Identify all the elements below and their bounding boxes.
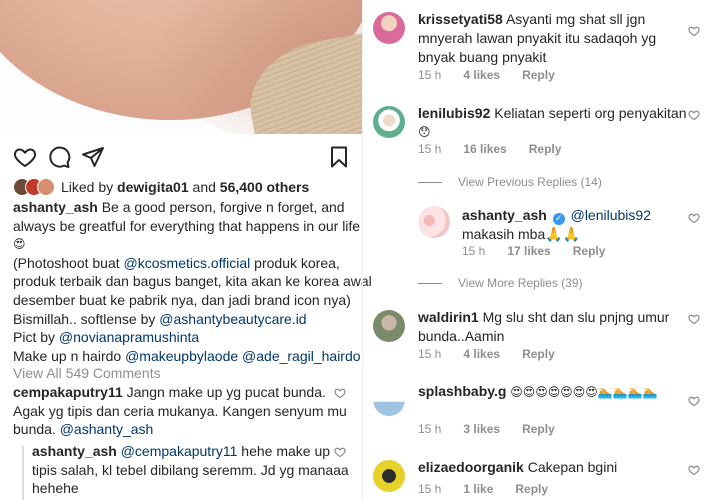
- comment-time: 15 h: [418, 68, 442, 82]
- comment-likes[interactable]: 17 likes: [507, 244, 550, 258]
- avatar[interactable]: [373, 12, 405, 44]
- mention-link[interactable]: @kcosmetics.official: [124, 255, 251, 271]
- avatar[interactable]: [373, 310, 405, 342]
- heart-outline-icon[interactable]: [334, 386, 346, 399]
- bookmark-icon[interactable]: [327, 145, 351, 169]
- likes-summary[interactable]: Liked by dewigita01 and 56,400 others: [13, 177, 309, 197]
- paper-plane-icon[interactable]: [81, 145, 105, 169]
- comment-username[interactable]: ashanty_ash: [32, 443, 117, 459]
- heart-outline-icon[interactable]: [334, 445, 346, 458]
- heart-outline-icon[interactable]: [688, 108, 700, 121]
- comment-item: cempakaputry11 Jangn make up yg pucat bu…: [13, 384, 347, 438]
- comment-likes[interactable]: 4 likes: [463, 347, 500, 361]
- comment-text: waldirin1 Mg slu sht dan slu pnjng umur …: [418, 309, 670, 344]
- view-all-comments-link[interactable]: View All 549 Comments: [13, 365, 161, 381]
- avatar[interactable]: [418, 206, 450, 238]
- view-previous-replies-link[interactable]: View Previous Replies (14): [418, 175, 602, 189]
- comment-username[interactable]: ashanty_ash: [462, 207, 547, 223]
- comment-username[interactable]: krissetyati58: [418, 11, 503, 27]
- surprised-emoji: 😯: [418, 125, 431, 139]
- heart-outline-icon[interactable]: [688, 24, 700, 37]
- avatar[interactable]: [373, 460, 405, 492]
- caption-username[interactable]: ashanty_ash: [13, 199, 98, 215]
- comment-time: 15 h: [418, 482, 442, 496]
- post-panel: Liked by dewigita01 and 56,400 others as…: [0, 0, 372, 500]
- heart-outline-icon[interactable]: [688, 312, 700, 325]
- comment-text: lenilubis92 Keliatan seperti org penyaki…: [418, 104, 693, 142]
- reply-button[interactable]: Reply: [515, 482, 548, 496]
- comment-text: ashanty_ash ✓ @lenilubis92 makasih mba🙏🙏: [462, 207, 651, 242]
- likes-count[interactable]: 56,400 others: [220, 179, 310, 195]
- comment-meta: 15 h 4 likes Reply: [418, 347, 555, 361]
- comment-username[interactable]: elizaedoorganik: [418, 459, 524, 475]
- liker-avatars: [13, 178, 55, 196]
- avatar: [37, 178, 55, 196]
- heart-outline-icon[interactable]: [688, 463, 700, 476]
- mention-link[interactable]: @ashantybeautycare.id: [159, 311, 306, 327]
- reply-item: ashanty_ash @cempakaputry11 hehe make up…: [32, 443, 349, 497]
- comment-text: splashbaby.g 😍😍😍😍😍😍😍🏊🏊🏊🏊: [418, 382, 693, 402]
- reply-button[interactable]: Reply: [573, 244, 606, 258]
- avatar[interactable]: [373, 106, 405, 138]
- mention-link[interactable]: @lenilubis92: [571, 207, 651, 223]
- comment-likes[interactable]: 4 likes: [463, 68, 500, 82]
- comment-meta: 15 h 4 likes Reply: [418, 68, 555, 82]
- mention-link[interactable]: @ashanty_ash: [60, 421, 154, 437]
- comment-bubble-icon[interactable]: [47, 145, 71, 169]
- reply-button[interactable]: Reply: [529, 142, 562, 156]
- comment-username[interactable]: waldirin1: [418, 309, 479, 325]
- comment-time: 15 h: [418, 347, 442, 361]
- mention-link[interactable]: @cempakaputry11: [121, 443, 238, 459]
- comment-meta: 15 h 16 likes Reply: [418, 142, 561, 156]
- emoji-sequence: 😍😍😍😍😍😍😍🏊🏊🏊🏊: [506, 385, 658, 399]
- comment-time: 15 h: [418, 142, 442, 156]
- avatar[interactable]: [373, 384, 405, 416]
- heart-outline-icon[interactable]: [688, 211, 700, 224]
- comment-meta: 15 h 1 like Reply: [418, 482, 548, 496]
- heart-outline-icon[interactable]: [688, 394, 700, 407]
- likes-text: Liked by dewigita01 and 56,400 others: [61, 179, 310, 195]
- reply-thread-line: [22, 446, 24, 500]
- comment-meta: 15 h 17 likes Reply: [462, 244, 605, 258]
- comment-text: elizaedoorganik Cakepan bgini: [418, 459, 618, 475]
- replies-dash: [418, 282, 442, 284]
- comment-text: krissetyati58 Asyanti mg shat sll jgn mn…: [418, 11, 657, 65]
- heart-outline-icon[interactable]: [13, 145, 37, 169]
- mention-link[interactable]: @ade_ragil_hairdo: [242, 348, 361, 364]
- comment-meta: 15 h 3 likes Reply: [418, 422, 555, 436]
- verified-badge-icon: ✓: [552, 213, 565, 225]
- comment-time: 15 h: [418, 422, 442, 436]
- view-more-replies-link[interactable]: View More Replies (39): [418, 276, 583, 290]
- comment-likes[interactable]: 3 likes: [463, 422, 500, 436]
- comment-username[interactable]: lenilubis92: [418, 105, 490, 121]
- post-action-bar: [13, 145, 353, 169]
- comment-likes[interactable]: 16 likes: [463, 142, 506, 156]
- reply-button[interactable]: Reply: [522, 68, 555, 82]
- mention-link[interactable]: @makeupbylaode: [125, 348, 238, 364]
- mention-link[interactable]: @novianapramushinta: [59, 329, 199, 345]
- post-photo[interactable]: [0, 0, 362, 134]
- reply-button[interactable]: Reply: [522, 347, 555, 361]
- heart-eyes-emoji: 😍: [13, 237, 26, 252]
- comment-likes[interactable]: 1 like: [463, 482, 493, 496]
- comment-username[interactable]: splashbaby.g: [418, 383, 506, 399]
- comment-username[interactable]: cempakaputry11: [13, 384, 123, 400]
- comments-panel: krissetyati58 Asyanti mg shat sll jgn mn…: [363, 0, 720, 500]
- reply-button[interactable]: Reply: [522, 422, 555, 436]
- liked-by-username[interactable]: dewigita01: [117, 179, 189, 195]
- post-caption: ashanty_ash Be a good person, forgive n …: [13, 199, 372, 364]
- replies-dash: [418, 181, 442, 183]
- comment-time: 15 h: [462, 244, 486, 258]
